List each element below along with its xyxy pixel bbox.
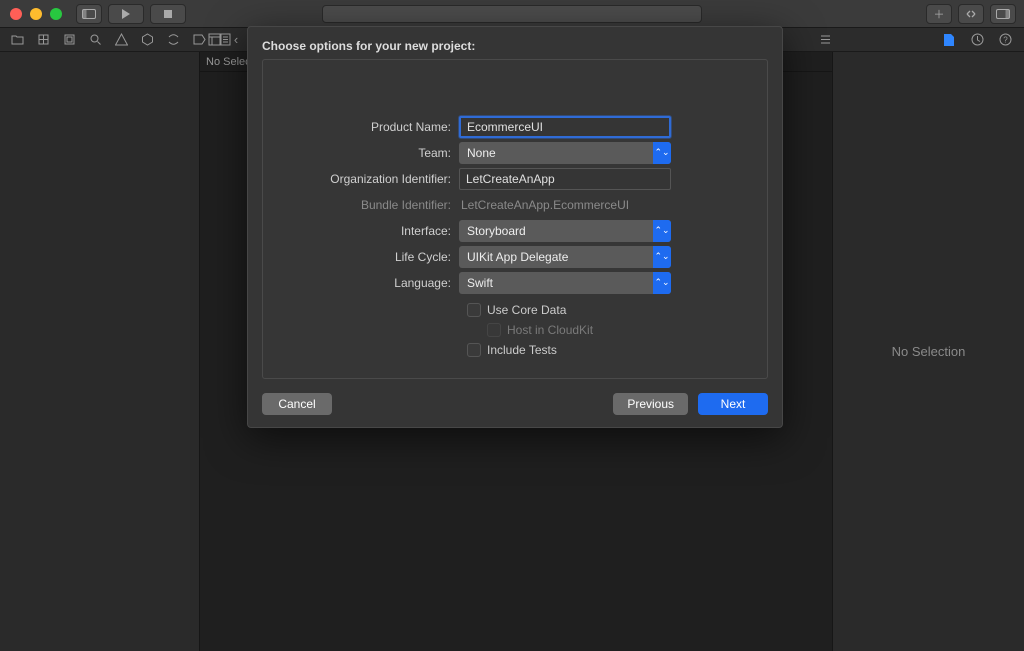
chevron-updown-icon: ⌃⌄ xyxy=(653,272,671,294)
product-name-input[interactable] xyxy=(459,116,671,138)
history-inspector-icon[interactable] xyxy=(970,33,984,47)
code-review-button[interactable] xyxy=(958,4,984,24)
language-select-value: Swift xyxy=(467,276,493,290)
run-button[interactable] xyxy=(108,4,144,24)
zoom-window-icon[interactable] xyxy=(50,8,62,20)
language-label: Language: xyxy=(263,276,459,290)
toggle-navigator-button[interactable] xyxy=(76,4,102,24)
library-button[interactable]: ＋ xyxy=(926,4,952,24)
new-project-options-sheet: Choose options for your new project: Pro… xyxy=(247,26,783,428)
issue-navigator-icon[interactable] xyxy=(114,33,128,47)
bundle-id-value: LetCreateAnApp.EcommerceUI xyxy=(459,198,629,212)
minimize-window-icon[interactable] xyxy=(30,8,42,20)
titlebar: ＋ xyxy=(0,0,1024,28)
test-navigator-icon[interactable] xyxy=(140,33,154,47)
sheet-title: Choose options for your new project: xyxy=(248,27,782,59)
chevron-updown-icon: ⌃⌄ xyxy=(653,220,671,242)
use-core-data-label: Use Core Data xyxy=(487,303,566,317)
project-navigator-icon[interactable] xyxy=(10,33,24,47)
interface-select-value: Storyboard xyxy=(467,224,526,238)
find-navigator-icon[interactable] xyxy=(88,33,102,47)
inspector-panel: No Selection xyxy=(832,52,1024,651)
product-name-label: Product Name: xyxy=(263,120,459,134)
inspector-empty-label: No Selection xyxy=(892,344,966,359)
language-select[interactable]: Swift ⌃⌄ xyxy=(459,272,671,294)
include-tests-checkbox[interactable] xyxy=(467,343,481,357)
svg-text:?: ? xyxy=(1003,36,1008,45)
org-id-input[interactable] xyxy=(459,168,671,190)
source-control-icon[interactable] xyxy=(36,33,50,47)
window-controls xyxy=(0,8,62,20)
help-inspector-icon[interactable]: ? xyxy=(998,33,1012,47)
host-cloudkit-checkbox xyxy=(487,323,501,337)
scheme-destination-pill[interactable] xyxy=(322,5,702,23)
team-label: Team: xyxy=(263,146,459,160)
life-cycle-select[interactable]: UIKit App Delegate ⌃⌄ xyxy=(459,246,671,268)
life-cycle-select-value: UIKit App Delegate xyxy=(467,250,568,264)
sheet-body: Product Name: Team: None ⌃⌄ Organization… xyxy=(262,59,768,379)
interface-label: Interface: xyxy=(263,224,459,238)
chevron-updown-icon: ⌃⌄ xyxy=(653,142,671,164)
host-cloudkit-label: Host in CloudKit xyxy=(507,323,593,337)
org-id-label: Organization Identifier: xyxy=(263,172,459,186)
interface-select[interactable]: Storyboard ⌃⌄ xyxy=(459,220,671,242)
use-core-data-checkbox[interactable] xyxy=(467,303,481,317)
debug-navigator-icon[interactable] xyxy=(166,33,180,47)
symbols-navigator-icon[interactable] xyxy=(62,33,76,47)
chevron-updown-icon: ⌃⌄ xyxy=(653,246,671,268)
titlebar-right-group: ＋ xyxy=(926,4,1016,24)
cancel-button[interactable]: Cancel xyxy=(262,393,332,415)
file-inspector-icon[interactable] xyxy=(942,33,956,47)
bundle-id-label: Bundle Identifier: xyxy=(263,198,459,212)
navigator-panel xyxy=(0,52,200,651)
team-select[interactable]: None ⌃⌄ xyxy=(459,142,671,164)
toggle-inspector-button[interactable] xyxy=(990,4,1016,24)
life-cycle-label: Life Cycle: xyxy=(263,250,459,264)
next-button[interactable]: Next xyxy=(698,393,768,415)
close-window-icon[interactable] xyxy=(10,8,22,20)
team-select-value: None xyxy=(467,146,496,160)
include-tests-label: Include Tests xyxy=(487,343,557,357)
titlebar-left-group xyxy=(76,4,186,24)
editor-layout-icon[interactable] xyxy=(207,33,221,47)
sheet-buttons: Cancel Previous Next xyxy=(262,393,768,415)
previous-button[interactable]: Previous xyxy=(613,393,688,415)
adjust-editor-icon[interactable] xyxy=(818,33,832,47)
stop-button[interactable] xyxy=(150,4,186,24)
back-icon[interactable]: ‹ xyxy=(229,33,243,47)
breakpoint-navigator-icon[interactable] xyxy=(192,33,206,47)
